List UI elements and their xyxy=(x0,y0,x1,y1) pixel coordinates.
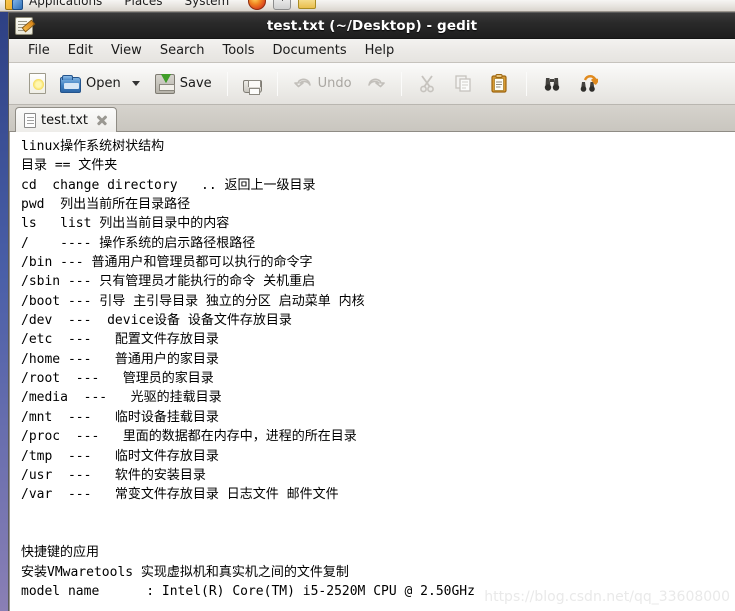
text-document-icon xyxy=(24,112,36,128)
text-line: /root --- 管理员的家目录 xyxy=(21,371,214,387)
toolbar-separator xyxy=(226,71,228,96)
scissors-icon xyxy=(417,73,439,95)
text-line: /etc --- 配置文件存放目录 xyxy=(21,332,219,348)
binoculars-icon xyxy=(542,73,564,95)
toolbar: Open Save Undo xyxy=(9,63,735,105)
undo-button-label: Undo xyxy=(317,76,352,91)
copy-button[interactable] xyxy=(447,67,481,101)
tab-label: test.txt xyxy=(41,112,88,128)
text-line: /proc --- 里面的数据都在内存中，进程的所在目录 xyxy=(21,429,357,445)
close-icon[interactable] xyxy=(95,113,109,127)
menu-file[interactable]: File xyxy=(19,40,59,61)
menu-documents[interactable]: Documents xyxy=(264,40,356,61)
tabbar: test.txt xyxy=(9,105,735,132)
open-button[interactable]: Open xyxy=(54,67,127,101)
text-line: /media --- 光驱的挂载目录 xyxy=(21,390,222,406)
document-text[interactable]: linux操作系统树状结构 目录 == 文件夹 cd change director… xyxy=(10,132,735,611)
print-button[interactable] xyxy=(237,67,268,101)
window-titlebar: test.txt (~/Desktop) - gedit xyxy=(9,13,735,39)
open-button-label: Open xyxy=(86,76,121,91)
clock-icon[interactable] xyxy=(273,0,292,10)
print-icon xyxy=(242,79,262,95)
toolbar-separator xyxy=(525,71,527,96)
text-line: /bin --- 普通用户和管理员都可以执行的命令字 xyxy=(21,255,313,271)
save-icon xyxy=(154,74,175,94)
toolbar-separator xyxy=(276,71,278,96)
gnome-top-panel: Applications Places System xyxy=(0,0,735,12)
menu-help[interactable]: Help xyxy=(356,40,404,61)
text-line: /dev --- device设备 设备文件存放目录 xyxy=(21,313,292,329)
save-button-label: Save xyxy=(179,76,212,91)
menubar: File Edit View Search Tools Documents He… xyxy=(9,39,735,63)
redo-arrow-icon xyxy=(366,74,386,94)
text-line: /boot --- 引导 主引导目录 独立的分区 启动菜单 内核 xyxy=(21,293,365,309)
replace-button[interactable] xyxy=(572,67,606,101)
text-line: / ---- 操作系统的启示路径根路径 xyxy=(21,235,256,251)
menu-search[interactable]: Search xyxy=(151,40,214,61)
panel-menu-applications[interactable]: Applications xyxy=(26,0,105,10)
text-line: 快捷键的应用 xyxy=(21,545,100,561)
text-editor-area[interactable]: linux操作系统树状结构 目录 == 文件夹 cd change director… xyxy=(9,132,735,611)
find-button[interactable] xyxy=(536,67,570,101)
window-title: test.txt (~/Desktop) - gedit xyxy=(266,17,478,34)
text-line: /var --- 常变文件存放目录 日志文件 邮件文件 xyxy=(21,487,339,503)
clipboard-icon xyxy=(489,73,511,95)
text-line: ls list 列出当前目录中的内容 xyxy=(21,216,230,232)
firefox-icon[interactable] xyxy=(248,0,267,10)
new-document-button[interactable] xyxy=(21,67,52,101)
panel-menu-places[interactable]: Places xyxy=(121,0,165,10)
text-line: pwd 列出当前所在目录路径 xyxy=(21,197,191,213)
text-line xyxy=(21,505,735,524)
text-line xyxy=(21,601,735,611)
gnome-foot-icon[interactable] xyxy=(5,0,23,10)
redo-button[interactable] xyxy=(360,67,392,101)
menu-edit[interactable]: Edit xyxy=(59,40,102,61)
text-line: model name : Intel(R) Core(TM) i5-2520M … xyxy=(21,583,475,599)
find-replace-icon xyxy=(578,73,600,95)
undo-button[interactable]: Undo xyxy=(287,67,358,101)
menu-tools[interactable]: Tools xyxy=(213,40,263,61)
tab-test-txt[interactable]: test.txt xyxy=(15,107,117,132)
new-document-icon xyxy=(29,73,46,94)
text-line: linux操作系统树状结构 xyxy=(21,139,165,154)
text-line: /home --- 普通用户的家目录 xyxy=(21,351,219,367)
menu-view[interactable]: View xyxy=(102,40,151,61)
text-line: 目录 == 文件夹 xyxy=(21,158,118,174)
text-line: /sbin --- 只有管理员才能执行的命令 关机重启 xyxy=(21,274,316,290)
text-line: /tmp --- 临时文件存放目录 xyxy=(21,448,219,464)
undo-arrow-icon xyxy=(293,74,313,94)
open-folder-icon xyxy=(60,75,81,93)
folder-icon[interactable] xyxy=(298,0,317,9)
text-line: /usr --- 软件的安装目录 xyxy=(21,467,206,483)
toolbar-separator xyxy=(400,71,402,96)
gedit-window: test.txt (~/Desktop) - gedit File Edit V… xyxy=(8,12,735,611)
save-button[interactable]: Save xyxy=(149,67,218,101)
text-line xyxy=(21,524,735,543)
text-line: 安装VMwaretools 实现虚拟机和真实机之间的文件复制 xyxy=(21,564,349,580)
cut-button[interactable] xyxy=(411,67,445,101)
chevron-down-icon[interactable] xyxy=(131,81,140,86)
text-line: /mnt --- 临时设备挂载目录 xyxy=(21,409,219,425)
copy-icon xyxy=(453,73,475,95)
paste-button[interactable] xyxy=(483,67,517,101)
panel-tray xyxy=(248,0,735,10)
text-line: cd change directory .. 返回上一级目录 xyxy=(21,177,316,193)
panel-menu-system[interactable]: System xyxy=(181,0,232,10)
